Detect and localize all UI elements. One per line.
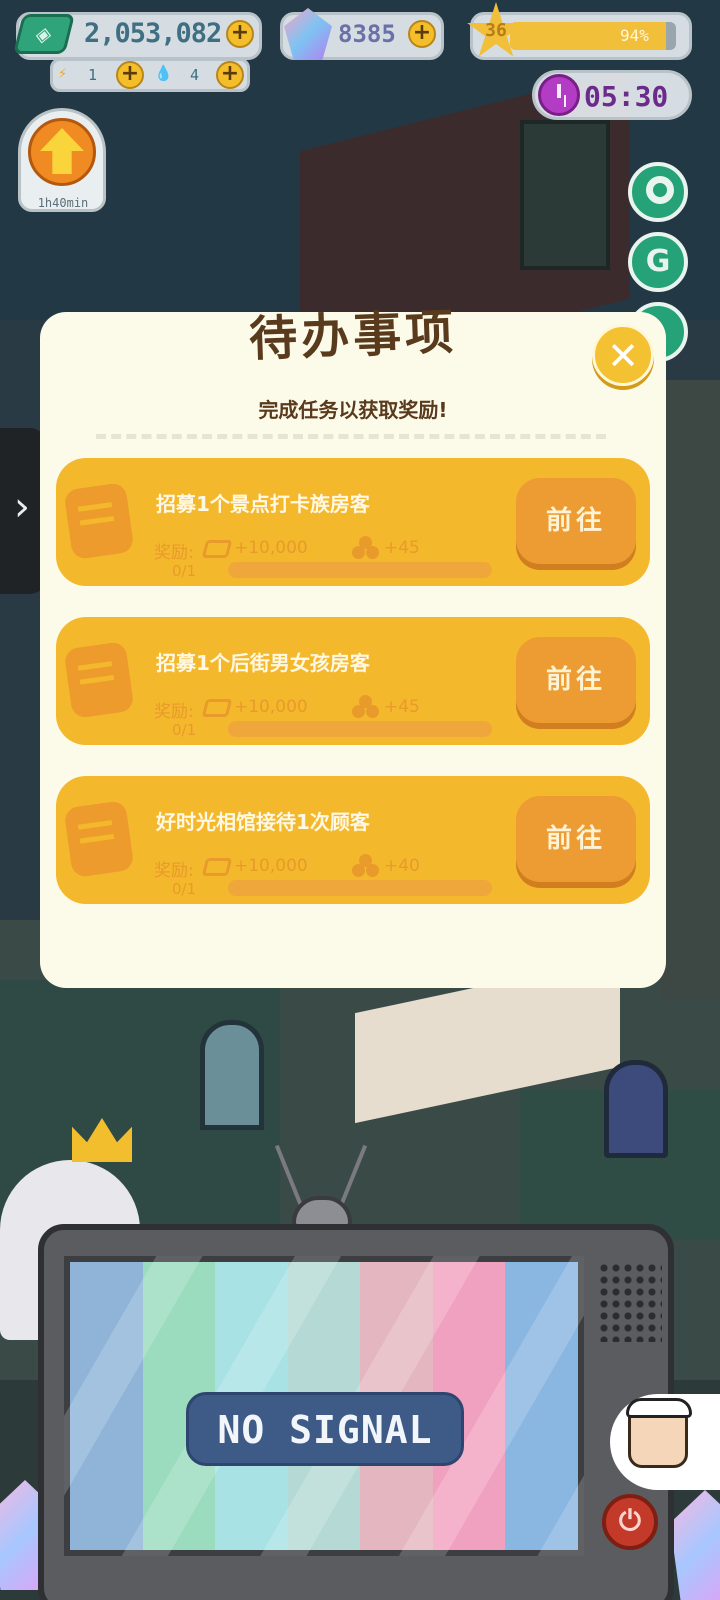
task-progress-label: 0/1 (172, 721, 197, 739)
gear-icon (646, 176, 674, 204)
power-button[interactable]: ⏻ (602, 1494, 658, 1550)
task-list-icon (63, 641, 135, 719)
modal-subtitle: 完成任务以获取奖励! (258, 398, 448, 422)
gem-amount: 8385 (338, 20, 396, 48)
cash-icon (201, 858, 233, 876)
add-cash-button[interactable]: + (226, 20, 254, 48)
tv-color-bar (70, 1262, 143, 1550)
go-button[interactable]: 前往 (516, 637, 636, 723)
reward-label: 奖励: (154, 543, 194, 563)
close-icon: ✕ (607, 334, 639, 378)
cash-reward: +10,000 (234, 856, 308, 876)
task-progress-label: 0/1 (172, 880, 197, 898)
task-progress-bar (228, 721, 492, 737)
task-card: 招募1个景点打卡族房客 奖励: +10,000 +45 0/1 前往 (56, 458, 650, 586)
no-signal-label: NO SIGNAL (186, 1392, 464, 1466)
level-progress-bar (510, 22, 676, 50)
cash-amount: 2,053,082 (84, 18, 222, 49)
divider (96, 434, 606, 439)
task-progress-label: 0/1 (172, 562, 197, 580)
add-energy-button[interactable]: + (116, 61, 144, 89)
cash-icon (201, 540, 233, 558)
cash-icon (201, 699, 233, 717)
task-card: 好时光相馆接待1次顾客 奖励: +10,000 +40 0/1 前往 (56, 776, 650, 904)
water-drop-icon: 💧 (154, 64, 173, 82)
close-button[interactable]: ✕ (592, 324, 654, 386)
water-amount: 4 (190, 66, 200, 84)
tv-color-bar (505, 1262, 578, 1550)
task-title: 好时光相馆接待1次顾客 (156, 810, 370, 834)
go-button-label: 前往 (545, 506, 606, 536)
cash-icon: ◈ (13, 14, 75, 54)
chevron-right-icon: › (14, 484, 30, 530)
scene-window (604, 1060, 668, 1158)
level-number: 36 (485, 20, 507, 41)
task-list-icon (63, 482, 135, 560)
timer-text: 05:30 (584, 80, 669, 113)
reward-label: 奖励: (154, 861, 194, 881)
task-progress-bar (228, 880, 492, 896)
tv-speaker-grille (598, 1262, 662, 1342)
scene-chimney (520, 120, 610, 270)
scene-door (200, 1020, 264, 1130)
task-progress-bar (228, 562, 492, 578)
popularity-reward: +45 (384, 538, 420, 558)
lightning-icon: ⚡ (58, 64, 68, 82)
scene-building-right (660, 380, 720, 1000)
clock-icon (538, 74, 580, 116)
add-gems-button[interactable]: + (408, 20, 436, 48)
avatar-hat (626, 1398, 692, 1418)
g-icon: G (645, 244, 671, 279)
task-title: 招募1个后街男女孩房客 (156, 651, 370, 675)
cash-reward: +10,000 (234, 697, 308, 717)
go-button-label: 前往 (545, 824, 606, 854)
popularity-reward: +40 (384, 856, 420, 876)
task-card: 招募1个后街男女孩房客 奖励: +10,000 +45 0/1 前往 (56, 617, 650, 745)
add-water-button[interactable]: + (216, 61, 244, 89)
popularity-icon (352, 536, 380, 560)
level-progress-label: 94% (620, 26, 649, 45)
task-list-icon (63, 800, 135, 878)
upgrade-timer: 1h40min (37, 196, 89, 210)
go-button-label: 前往 (545, 665, 606, 695)
go-button[interactable]: 前往 (516, 478, 636, 564)
cash-reward: +10,000 (234, 538, 308, 558)
task-title: 招募1个景点打卡族房客 (156, 492, 370, 516)
popularity-icon (352, 695, 380, 719)
popularity-icon (352, 854, 380, 878)
go-button[interactable]: 前往 (516, 796, 636, 882)
popularity-reward: +45 (384, 697, 420, 717)
energy-amount: 1 (88, 66, 98, 84)
reward-label: 奖励: (154, 702, 194, 722)
